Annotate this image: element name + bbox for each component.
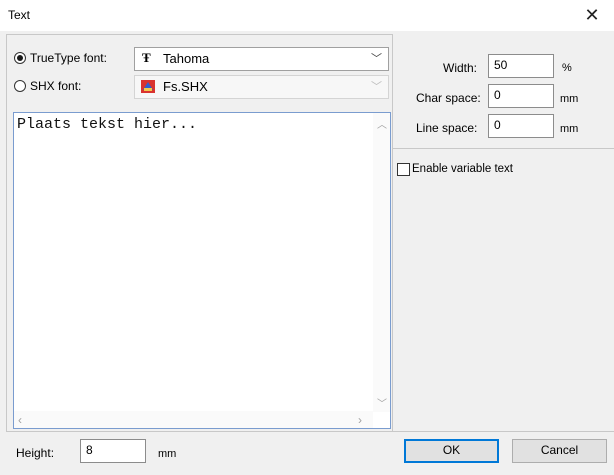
shx-label: SHX font: (30, 79, 82, 93)
truetype-font-icon: Ŧ (142, 50, 151, 65)
panel-divider (392, 34, 393, 432)
shx-font-icon (141, 80, 155, 93)
scroll-right-icon[interactable]: › (358, 413, 362, 427)
height-label: Height: (16, 446, 55, 460)
chevron-down-icon: ﹀ (371, 81, 382, 93)
section-divider (393, 148, 614, 149)
scroll-left-icon[interactable]: ‹ (18, 413, 22, 427)
scroll-up-icon[interactable]: ︿ (377, 116, 387, 131)
line-space-field[interactable]: 0 (488, 114, 554, 138)
width-unit: % (562, 62, 572, 74)
chevron-down-icon: ﹀ (371, 53, 382, 65)
horizontal-scrollbar[interactable]: ‹ › (14, 411, 373, 428)
text-content: Plaats tekst hier... (17, 116, 198, 133)
vertical-scrollbar[interactable]: ︿ ﹀ (373, 113, 390, 412)
text-input-area[interactable]: Plaats tekst hier... ︿ ﹀ ‹ › (13, 112, 391, 429)
line-space-unit: mm (560, 123, 579, 135)
close-button[interactable]: ✕ (578, 4, 606, 26)
ok-button[interactable]: OK (404, 439, 499, 463)
width-label: Width: (443, 61, 478, 75)
title-bar (0, 0, 614, 31)
char-space-label: Char space: (416, 91, 481, 105)
window-title: Text (8, 8, 31, 22)
scroll-down-icon[interactable]: ﹀ (377, 395, 387, 410)
panel-divider-bottom (393, 431, 614, 432)
cancel-button[interactable]: Cancel (512, 439, 607, 463)
shx-font-dropdown[interactable]: Fs.SHX ﹀ (134, 75, 389, 99)
truetype-font-dropdown[interactable]: Ŧ Tahoma ﹀ (134, 47, 389, 71)
line-space-label: Line space: (416, 121, 478, 135)
variable-text-label: Enable variable text (412, 163, 514, 175)
height-field[interactable]: 8 (80, 439, 146, 463)
width-field[interactable]: 50 (488, 54, 554, 78)
truetype-label: TrueType font: (30, 51, 107, 65)
height-unit: mm (158, 448, 177, 460)
char-space-unit: mm (560, 93, 579, 105)
char-space-field[interactable]: 0 (488, 84, 554, 108)
truetype-font-value: Tahoma (163, 51, 210, 66)
variable-text-checkbox[interactable] (397, 163, 410, 176)
truetype-radio[interactable] (14, 52, 26, 64)
shx-radio[interactable] (14, 80, 26, 92)
shx-font-value: Fs.SHX (163, 79, 208, 94)
